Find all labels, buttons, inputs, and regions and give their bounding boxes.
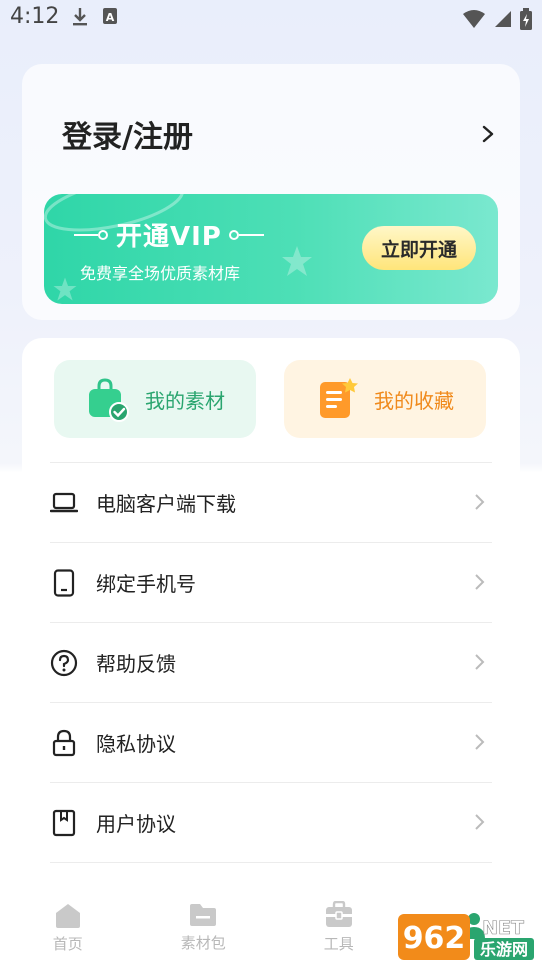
toolbox-icon <box>325 901 352 927</box>
star-deco-icon <box>282 246 312 276</box>
menu-item-desktop-download[interactable]: 电脑客户端下载 <box>50 463 492 543</box>
quick-actions: 我的素材 我的收藏 <box>54 360 486 438</box>
main-card: 我的素材 我的收藏 电脑客户端下载 绑定手机号 帮助反馈 隐私协议 用户协议 <box>22 338 520 878</box>
wifi-icon <box>463 10 485 28</box>
chevron-right-icon <box>475 654 485 670</box>
status-time: 4:12 <box>10 4 60 29</box>
battery-icon <box>520 8 532 30</box>
menu-label: 电脑客户端下载 <box>96 492 236 516</box>
chevron-right-icon <box>475 574 485 590</box>
open-vip-button[interactable]: 立即开通 <box>362 226 476 270</box>
menu-label: 隐私协议 <box>96 732 176 756</box>
my-materials-label: 我的素材 <box>145 388 225 413</box>
phone-icon <box>50 568 78 597</box>
login-register-link[interactable]: 登录/注册 <box>62 112 193 156</box>
tab-tools[interactable]: 工具 <box>271 890 407 965</box>
menu-label: 用户协议 <box>96 812 176 836</box>
chevron-right-icon <box>475 494 485 510</box>
svg-text:A: A <box>106 11 115 24</box>
menu-label: 帮助反馈 <box>96 652 176 676</box>
help-circle-icon <box>50 649 78 677</box>
vip-subtitle: 免费享全场优质素材库 <box>80 264 241 283</box>
menu-label: 绑定手机号 <box>96 572 196 596</box>
status-system-icons <box>462 8 532 30</box>
vip-deco-left-icon <box>74 230 108 240</box>
tab-label: 素材包 <box>180 934 226 952</box>
status-bar: 4:12 A <box>0 0 542 36</box>
tab-label: 首页 <box>52 935 83 953</box>
chevron-right-icon <box>482 125 494 143</box>
download-icon <box>73 8 87 26</box>
chevron-right-icon <box>475 734 485 750</box>
laptop-icon <box>50 489 78 517</box>
tab-materials[interactable]: 素材包 <box>136 890 272 965</box>
bookmark-icon <box>50 809 78 837</box>
svg-text:NET: NET <box>482 917 524 939</box>
font-a-icon: A <box>103 8 117 24</box>
login-row[interactable]: 登录/注册 <box>62 112 498 156</box>
my-favorites-button[interactable]: 我的收藏 <box>284 360 486 438</box>
tab-home[interactable]: 首页 <box>0 890 136 965</box>
home-icon <box>55 904 80 928</box>
menu-item-privacy-policy[interactable]: 隐私协议 <box>50 703 492 783</box>
menu-item-help-feedback[interactable]: 帮助反馈 <box>50 623 492 703</box>
vip-title: 开通VIP <box>116 222 222 252</box>
folder-icon <box>190 904 217 926</box>
my-materials-button[interactable]: 我的素材 <box>54 360 256 438</box>
signal-icon <box>495 11 511 27</box>
star-deco-small-icon <box>53 277 77 301</box>
vip-banner[interactable]: 开通VIP 免费享全场优质素材库 立即开通 <box>44 194 498 304</box>
chevron-right-icon <box>475 814 485 830</box>
note-star-icon <box>320 378 358 418</box>
bag-check-icon <box>89 378 129 422</box>
watermark-logo: 962 NET 乐游网 <box>398 914 534 960</box>
status-notification-icons: A <box>72 7 118 27</box>
lock-icon <box>50 729 78 757</box>
vip-deco-right-icon <box>229 230 264 240</box>
menu-item-bind-phone[interactable]: 绑定手机号 <box>50 543 492 623</box>
settings-menu: 电脑客户端下载 绑定手机号 帮助反馈 隐私协议 用户协议 <box>50 462 492 863</box>
svg-text:乐游网: 乐游网 <box>480 940 528 959</box>
tab-label: 工具 <box>323 935 354 953</box>
svg-text:962: 962 <box>403 921 466 956</box>
menu-item-user-agreement[interactable]: 用户协议 <box>50 783 492 863</box>
account-card: 登录/注册 开通VIP 免费享全场优质素材库 立即开通 <box>22 64 520 320</box>
my-favorites-label: 我的收藏 <box>374 388 454 413</box>
